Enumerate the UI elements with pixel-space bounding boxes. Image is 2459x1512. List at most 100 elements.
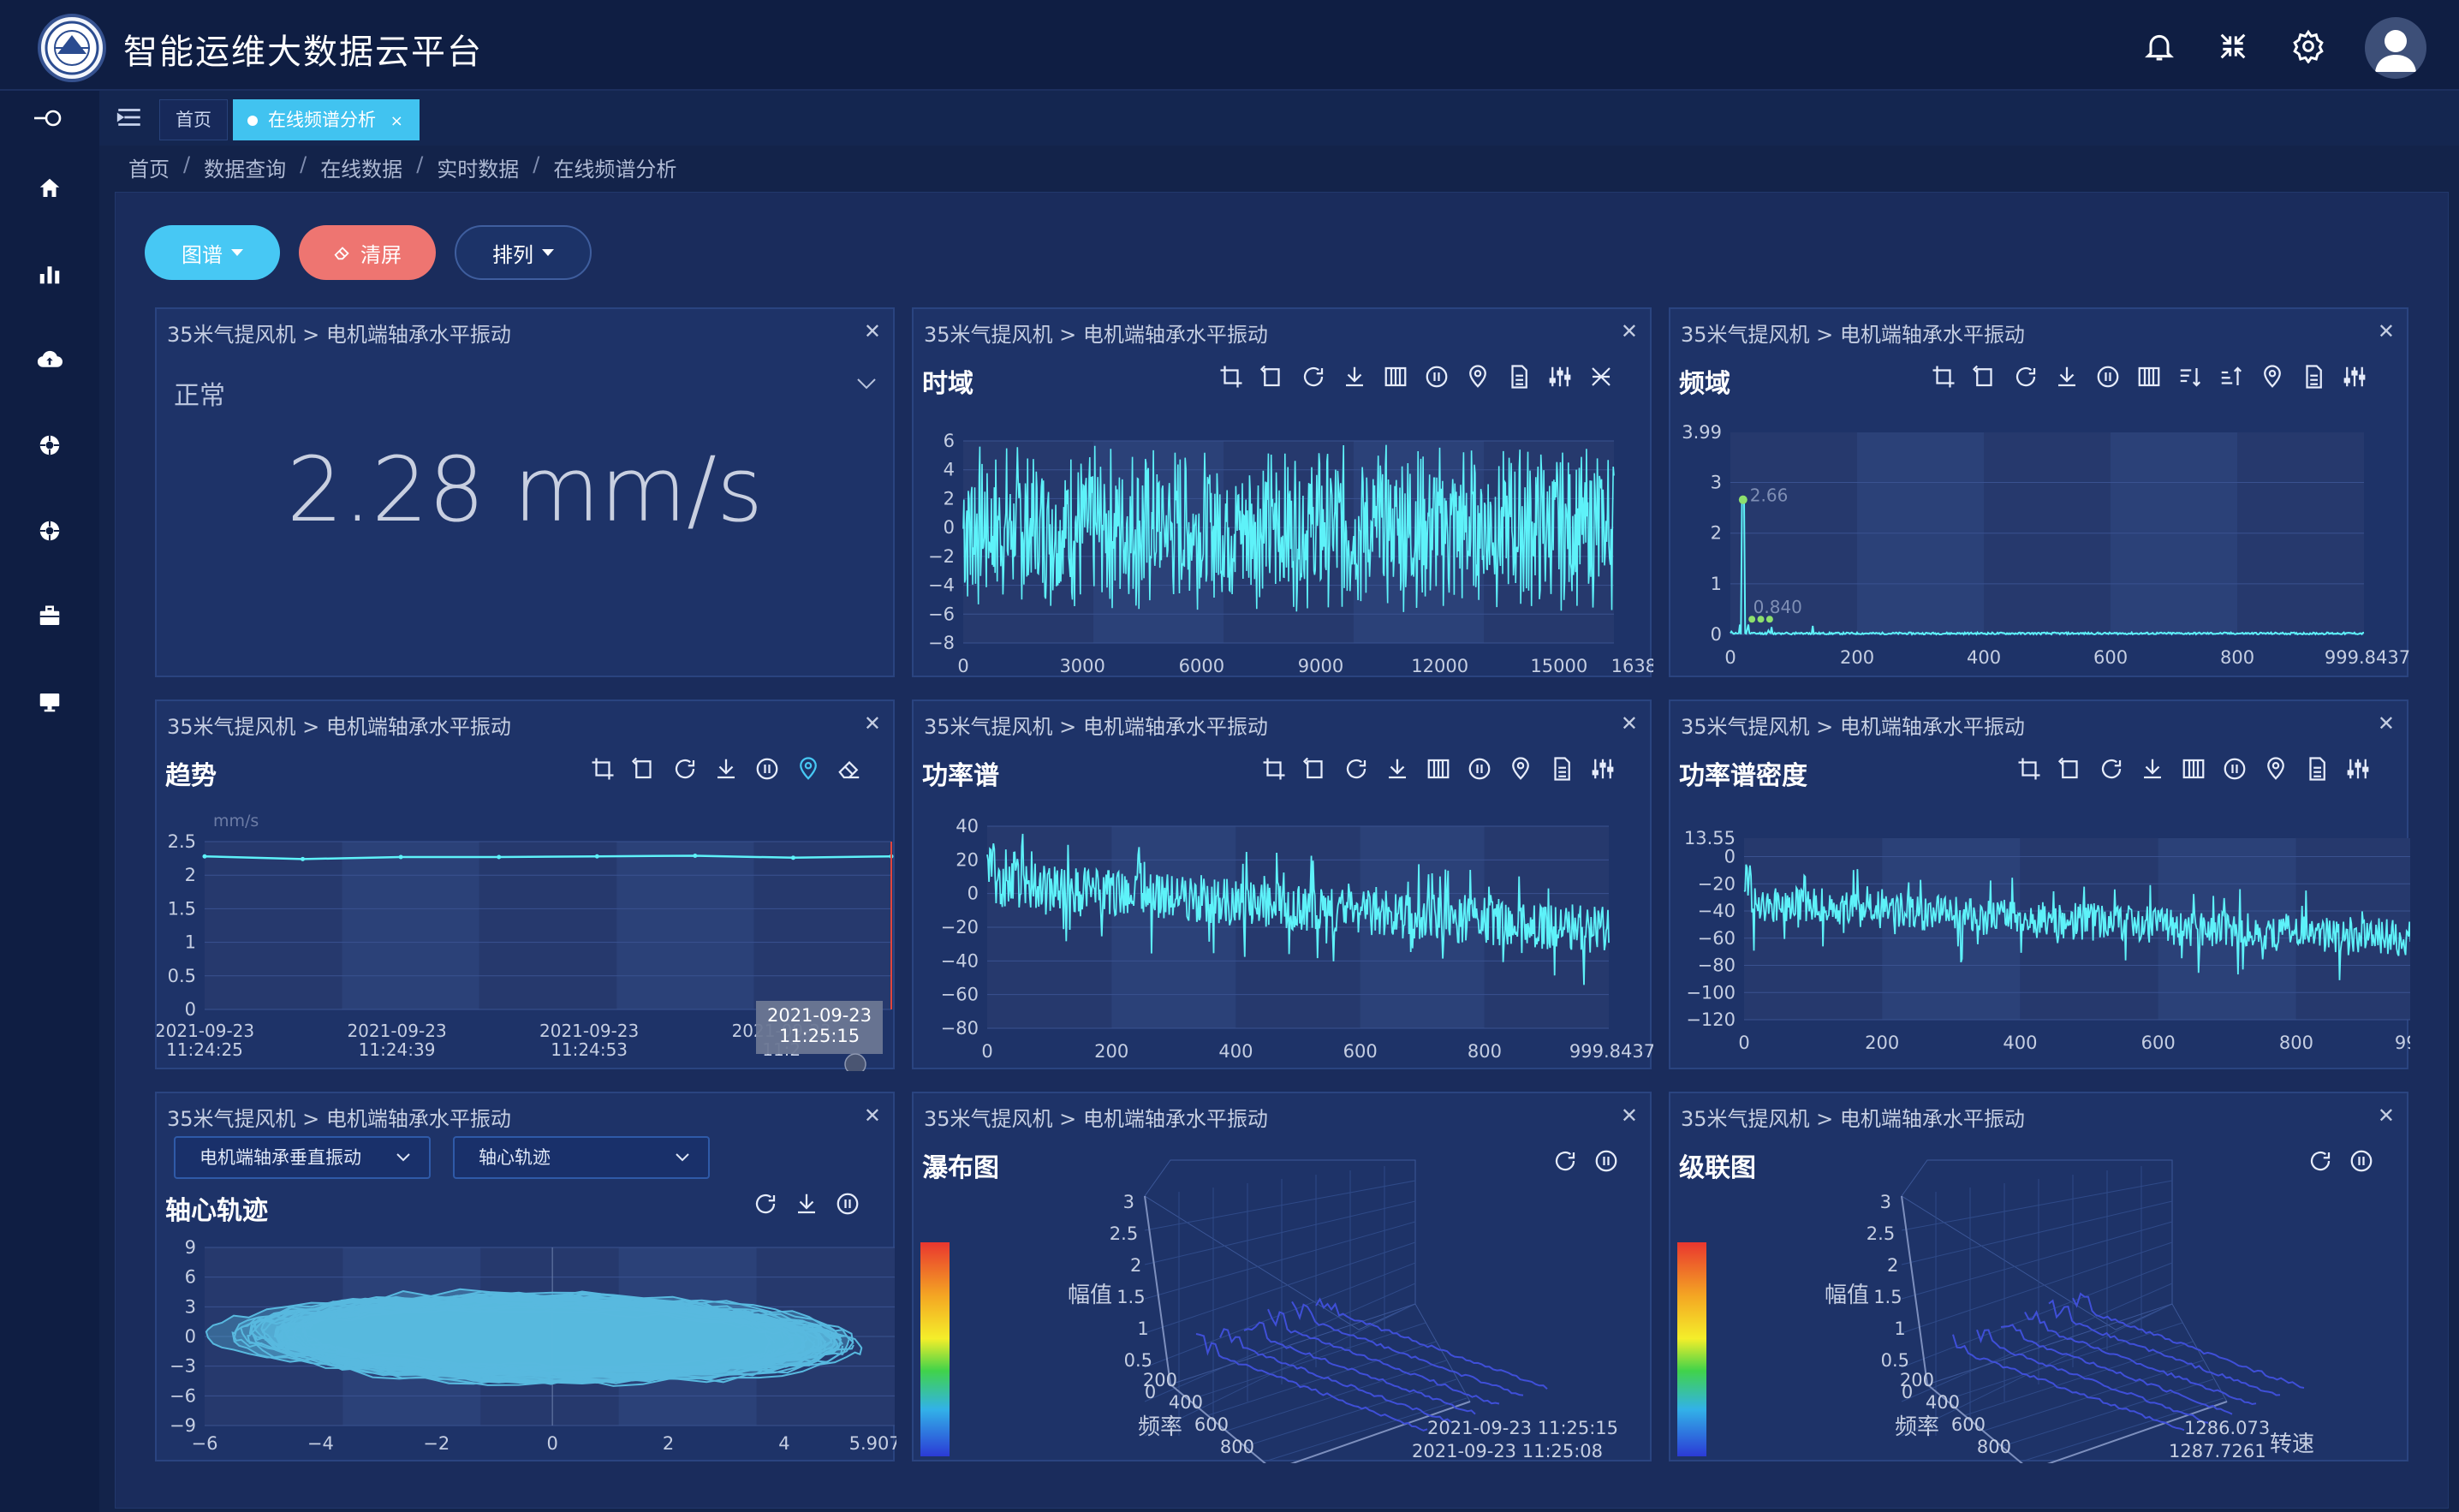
x-axis-label: 频率 — [1895, 1414, 1939, 1440]
x-tick-label: −2 — [423, 1433, 450, 1454]
wall-grid — [1901, 1180, 2173, 1231]
z-axis-label: 幅值 — [1068, 1283, 1112, 1308]
floor — [1926, 1303, 2228, 1463]
breadcrumb-item[interactable]: 在线数据 — [320, 152, 402, 187]
app-title: 智能运维大数据云平台 — [123, 33, 483, 72]
menu-toggle-icon[interactable] — [115, 103, 146, 134]
trend-point — [790, 855, 795, 860]
caret-down-icon — [542, 249, 554, 256]
aperture-icon[interactable] — [29, 425, 70, 466]
time-domain-chart[interactable]: 6420−2−4−6−80300060009000120001500016383 — [914, 309, 1653, 679]
spectrum-dropdown-button[interactable]: 图谱 — [145, 225, 280, 280]
briefcase-icon[interactable] — [29, 596, 70, 637]
y-tick-label: −2 — [928, 546, 955, 567]
aperture-icon[interactable] — [29, 510, 70, 551]
y-tick-label: 1 — [185, 932, 196, 953]
x-tick-label: 2 — [663, 1433, 674, 1454]
plot-band — [205, 842, 342, 1009]
breadcrumb-separator: / — [300, 152, 307, 176]
psd-chart[interactable]: 0−20−40−60−80−100−12013.550 200 400 600 800 9… — [1670, 701, 2410, 1071]
breadcrumb-separator: / — [183, 152, 191, 176]
x-tick-label: 600 — [1194, 1414, 1229, 1435]
y-tick-label: −6 — [170, 1385, 196, 1406]
top-header: 智能运维大数据云平台 — [0, 0, 2459, 91]
tab-label: 首页 — [176, 110, 211, 130]
gear-icon[interactable] — [2288, 26, 2329, 67]
x-tick-label: 4 — [778, 1433, 789, 1454]
monitor-icon[interactable] — [29, 682, 70, 723]
wall-grid — [1901, 1283, 2173, 1402]
x-axis-label: 频率 — [1138, 1414, 1182, 1440]
y-tick-label: 3 — [185, 1296, 196, 1317]
x-tick-label: 800 — [1468, 1041, 1502, 1062]
app-logo — [38, 14, 106, 82]
x-tick-label: 2021-09-23 — [157, 1021, 254, 1041]
collapse-arrows-icon[interactable] — [2212, 26, 2254, 67]
bell-icon[interactable] — [2139, 26, 2180, 67]
panel-waterfall: 35米气提风机 > 电机端轴承水平振动 ✕ 瀑布图 3 2.5 2 1.5 1 0.5 0 幅… — [912, 1092, 1653, 1463]
sidebar — [0, 91, 99, 1512]
tab-online-spectrum[interactable]: 在线频谱分析 × — [233, 99, 420, 140]
clear-screen-button[interactable]: 清屏 — [299, 225, 436, 280]
z-tick-label: 2 — [1130, 1255, 1141, 1276]
panel-trend: 35米气提风机 > 电机端轴承水平振动 ✕ 趋势 2.5 2 1.5 1 0.5 0 mm/… — [155, 699, 896, 1071]
wall-grid — [1144, 1180, 1416, 1231]
y-axis-label: 转速 — [2270, 1432, 2314, 1457]
y-tick-label: −4 — [928, 575, 955, 596]
spectrum-slice — [1267, 1308, 1500, 1405]
y-tick-label: 3 — [1711, 473, 1722, 493]
cascade-chart[interactable]: 32.521.510.50幅值200400600800频率 1286.073128… — [1670, 1093, 2410, 1463]
panel-cascade: 35米气提风机 > 电机端轴承水平振动 ✕ 级联图 3 2.5 2 1.5 1 0.5 0 幅… — [1669, 1092, 2410, 1463]
status-label: 正常 — [174, 381, 225, 411]
trend-chart[interactable]: 2.521.510.50mm/s2021-09-2311:24:252021-0… — [157, 701, 896, 1071]
tab-home[interactable]: 首页 — [159, 99, 228, 140]
frequency-domain-chart[interactable]: 3 2 1 0 3.99 0 200 400 600 800 999.8437 2.66 0.840 — [1670, 309, 2410, 679]
breadcrumb-item[interactable]: 实时数据 — [437, 152, 519, 187]
trend-point — [398, 854, 403, 860]
x-tick-label: 9000 — [1298, 656, 1343, 676]
panel-frequency-domain: 35米气提风机 > 电机端轴承水平振动 ✕ 频域 3 2 1 0 3.99 0 200 400… — [1669, 307, 2410, 679]
y-tick-label: 0 — [1711, 624, 1722, 645]
plot-band — [616, 842, 754, 1009]
chevron-down-icon[interactable] — [855, 376, 878, 395]
home-icon[interactable] — [29, 168, 70, 209]
y-tick-label: −40 — [1698, 901, 1736, 921]
wall-grid — [1144, 1262, 1416, 1368]
shaft-orbit-chart[interactable]: 9630−3−6−9−6−4−20245.90755 — [157, 1093, 896, 1463]
breadcrumb-item[interactable]: 数据查询 — [204, 152, 286, 187]
z-tick-label: 1 — [1894, 1319, 1905, 1339]
x-tick-label: 200 — [1094, 1041, 1128, 1062]
x-tick-label: 15000 — [1530, 656, 1587, 676]
y-tick-label: 6 — [944, 431, 955, 451]
close-icon[interactable]: ✕ — [864, 319, 881, 343]
y-tick-label: −8 — [928, 633, 955, 653]
x-tick-label: 3000 — [1059, 656, 1104, 676]
cloud-upload-icon[interactable] — [29, 339, 70, 380]
tab-close-icon[interactable]: × — [390, 112, 403, 130]
floor — [1169, 1303, 1471, 1463]
y-tick-label: 1287.7261 — [2169, 1441, 2266, 1461]
toggle-icon[interactable] — [29, 98, 70, 139]
overall-value: 2.28 mm/s — [286, 438, 764, 542]
breadcrumb-item[interactable]: 首页 — [128, 152, 170, 187]
power-spectrum-chart[interactable]: 40200−20−40−60−800 200 400 600 800 999.8437 — [914, 701, 1653, 1071]
x-tick-label: 2021-09-23 — [539, 1021, 639, 1041]
z-tick-label: 0.5 — [1124, 1350, 1152, 1371]
waterfall-chart[interactable]: 32.521.510.50幅值200400600800频率 2021-09-23 … — [914, 1093, 1653, 1463]
tab-bar: 首页 在线频谱分析 × — [99, 91, 2459, 146]
z-tick-label: 1 — [1137, 1319, 1148, 1339]
z-tick-label: 0.5 — [1881, 1350, 1909, 1371]
x-tick-label: 400 — [2003, 1033, 2037, 1053]
main-content: 图谱 清屏 排列 35米气提风机 > 电机端轴承水平振动 ✕ 正常 2.28 m… — [115, 192, 2449, 1509]
floor-grid — [1188, 1322, 1426, 1401]
z-tick-label: 2 — [1887, 1255, 1898, 1276]
y-tick-label: 1286.073 — [2184, 1418, 2270, 1438]
user-avatar[interactable] — [2365, 17, 2426, 79]
y-tick-label: 0 — [185, 999, 196, 1020]
x-tick-label: 0 — [957, 656, 968, 676]
arrange-dropdown-button[interactable]: 排列 — [455, 225, 592, 280]
bar-chart-icon[interactable] — [29, 253, 70, 295]
plot-band — [342, 842, 479, 1009]
x-tick-label: 200 — [1900, 1370, 1934, 1390]
y-tick-label: −20 — [1698, 873, 1736, 894]
